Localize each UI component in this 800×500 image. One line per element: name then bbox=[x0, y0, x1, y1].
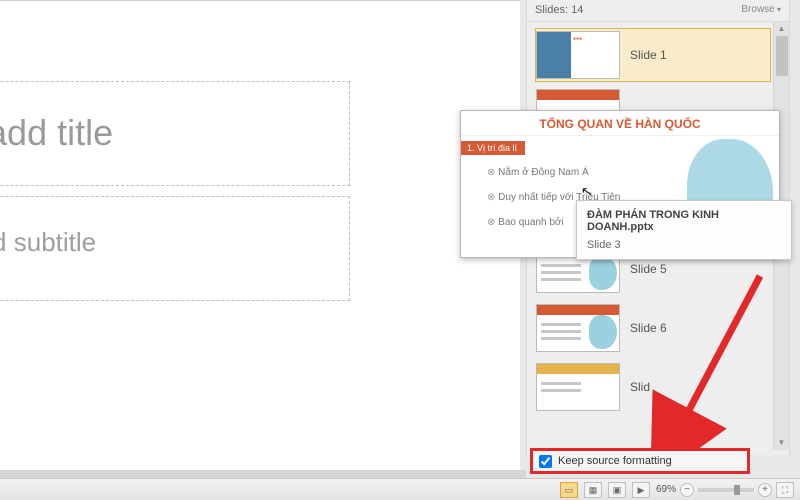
zoom-control: 69% − + ⛶ bbox=[656, 482, 794, 498]
keep-source-formatting-label: Keep source formatting bbox=[558, 455, 672, 467]
view-reading-button[interactable]: ▣ bbox=[608, 482, 626, 498]
view-sorter-button[interactable]: ▦ bbox=[584, 482, 602, 498]
zoom-slider[interactable] bbox=[698, 488, 754, 492]
scroll-up-icon[interactable]: ▲ bbox=[774, 22, 789, 36]
slide-item-label: Slid bbox=[630, 380, 650, 394]
slide-editor-canvas: ck to add title ck to add subtitle bbox=[0, 0, 520, 470]
slide-item-label: Slide 1 bbox=[630, 48, 667, 62]
slide-item-label: Slide 5 bbox=[630, 262, 667, 276]
slide-item-6[interactable]: Slide 6 bbox=[535, 301, 771, 355]
scroll-thumb[interactable] bbox=[776, 36, 788, 76]
subtitle-placeholder-text: ck to add subtitle bbox=[0, 227, 96, 257]
slide-item-1[interactable]: ●●● Slide 1 bbox=[535, 28, 771, 82]
title-placeholder[interactable]: ck to add title bbox=[0, 81, 350, 186]
drag-preview-badge: 1. Vị trí địa lí bbox=[461, 141, 525, 155]
slides-panel-header: Slides: 14 Browse bbox=[527, 0, 789, 22]
tooltip-slide-number: Slide 3 bbox=[587, 239, 781, 251]
slide-source-tooltip: ĐÀM PHÁN TRONG KINH DOANH.pptx Slide 3 bbox=[576, 200, 792, 260]
scroll-down-icon[interactable]: ▼ bbox=[774, 436, 789, 450]
subtitle-placeholder[interactable]: ck to add subtitle bbox=[0, 196, 350, 301]
slide-thumb bbox=[536, 304, 620, 352]
zoom-fit-button[interactable]: ⛶ bbox=[776, 482, 794, 498]
zoom-percent-label: 69% bbox=[656, 484, 676, 495]
slides-count-label: Slides: 14 bbox=[535, 4, 583, 16]
keep-source-formatting-row[interactable]: Keep source formatting bbox=[530, 448, 750, 474]
keep-source-formatting-checkbox[interactable] bbox=[539, 455, 552, 468]
slide-item-label: Slide 6 bbox=[630, 321, 667, 335]
browse-dropdown[interactable]: Browse bbox=[741, 4, 781, 15]
view-slideshow-button[interactable]: ▶ bbox=[632, 482, 650, 498]
zoom-slider-thumb[interactable] bbox=[734, 485, 740, 495]
slide-item-7[interactable]: Slid bbox=[535, 360, 771, 414]
tooltip-filename: ĐÀM PHÁN TRONG KINH DOANH.pptx bbox=[587, 209, 781, 233]
status-bar: ▭ ▦ ▣ ▶ 69% − + ⛶ bbox=[0, 478, 800, 500]
slide-thumb bbox=[536, 363, 620, 411]
editor-bottom-strip bbox=[0, 470, 526, 478]
slide-thumb: ●●● bbox=[536, 31, 620, 79]
zoom-out-button[interactable]: − bbox=[680, 483, 694, 497]
view-normal-button[interactable]: ▭ bbox=[560, 482, 578, 498]
drag-preview-title: TỔNG QUAN VỀ HÀN QUỐC bbox=[461, 111, 779, 136]
zoom-in-button[interactable]: + bbox=[758, 483, 772, 497]
title-placeholder-text: ck to add title bbox=[0, 112, 113, 153]
bullet-text: Nằm ở Đông Nam Á bbox=[487, 167, 620, 178]
